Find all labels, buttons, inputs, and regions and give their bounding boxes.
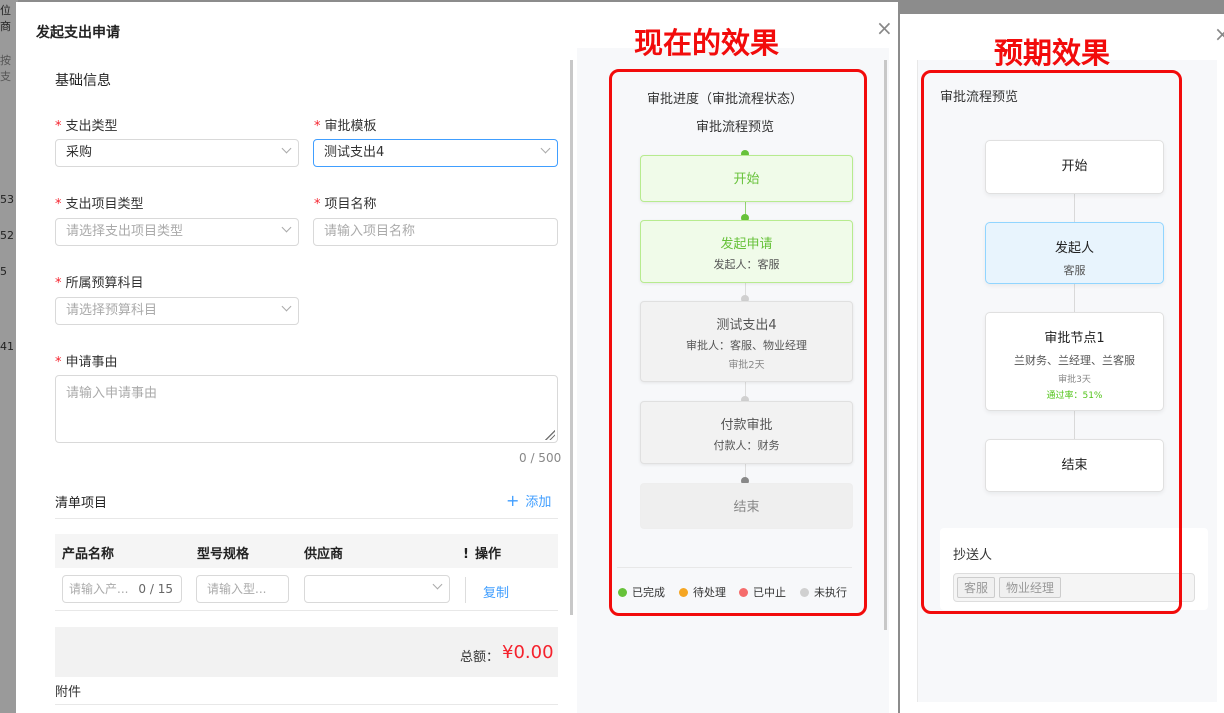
column-header: 产品名称	[62, 547, 115, 562]
annotation-box-expected	[921, 70, 1182, 614]
basic-info-title: 基础信息	[55, 73, 111, 89]
annotation-box-current	[609, 69, 867, 616]
reason-counter: 0 / 500	[519, 451, 562, 465]
project-name-label: * 项目名称	[314, 197, 377, 212]
approval-template-select[interactable]: 测试支出4	[313, 139, 558, 167]
annotation-current-label: 现在的效果	[634, 26, 780, 60]
bg-text: 5	[0, 265, 7, 278]
bg-text: 52	[0, 229, 14, 242]
expense-type-label: * 支出类型	[55, 119, 118, 134]
copy-button[interactable]: 复制	[483, 582, 509, 601]
scrollbar[interactable]	[884, 60, 887, 630]
budget-subject-select[interactable]: 请选择预算科目	[55, 297, 299, 325]
column-header: 型号规格	[197, 547, 250, 562]
chevron-down-icon	[432, 579, 443, 590]
scrollbar[interactable]	[570, 60, 573, 615]
chevron-down-icon	[281, 222, 292, 233]
model-input[interactable]: 请输入型...	[196, 575, 289, 603]
plus-icon: +	[506, 491, 520, 510]
supplier-select[interactable]	[304, 575, 450, 603]
divider	[55, 704, 558, 705]
chevron-down-icon	[540, 143, 551, 154]
divider	[55, 518, 558, 519]
chevron-down-icon	[281, 301, 292, 312]
bg-text: 41	[0, 340, 14, 353]
divider	[465, 577, 466, 603]
approval-template-label: * 审批模板	[314, 119, 377, 134]
expense-type-select[interactable]: 采购	[55, 139, 299, 167]
reason-label: * 申请事由	[55, 355, 118, 370]
bg-text: 53	[0, 193, 14, 206]
modal-title: 发起支出申请	[36, 25, 120, 41]
close-icon[interactable]: ×	[876, 18, 893, 38]
chevron-down-icon	[281, 143, 292, 154]
annotation-expected-label: 预期效果	[994, 36, 1111, 70]
total-amount: ¥0.00	[502, 642, 554, 663]
items-section-title: 清单项目	[55, 496, 108, 511]
attachments-label: 附件	[55, 685, 82, 700]
project-type-label: * 支出项目类型	[55, 197, 144, 212]
total-label: 总额：	[460, 650, 500, 665]
info-icon: !	[463, 547, 469, 562]
divider	[55, 610, 558, 611]
add-item-button[interactable]: + 添加	[506, 491, 551, 510]
column-header: 供应商	[304, 547, 344, 562]
column-header: ! 操作	[463, 547, 501, 562]
project-name-input[interactable]: 请输入项目名称	[313, 218, 558, 246]
reason-textarea[interactable]: 请输入申请事由	[55, 375, 558, 443]
close-icon[interactable]: ×	[1214, 24, 1224, 44]
product-name-input[interactable]: 请输入产... 0 / 15	[62, 575, 182, 603]
project-type-select[interactable]: 请选择支出项目类型	[55, 218, 299, 246]
resize-handle-icon[interactable]	[545, 430, 555, 440]
budget-subject-label: * 所属预算科目	[55, 276, 144, 291]
